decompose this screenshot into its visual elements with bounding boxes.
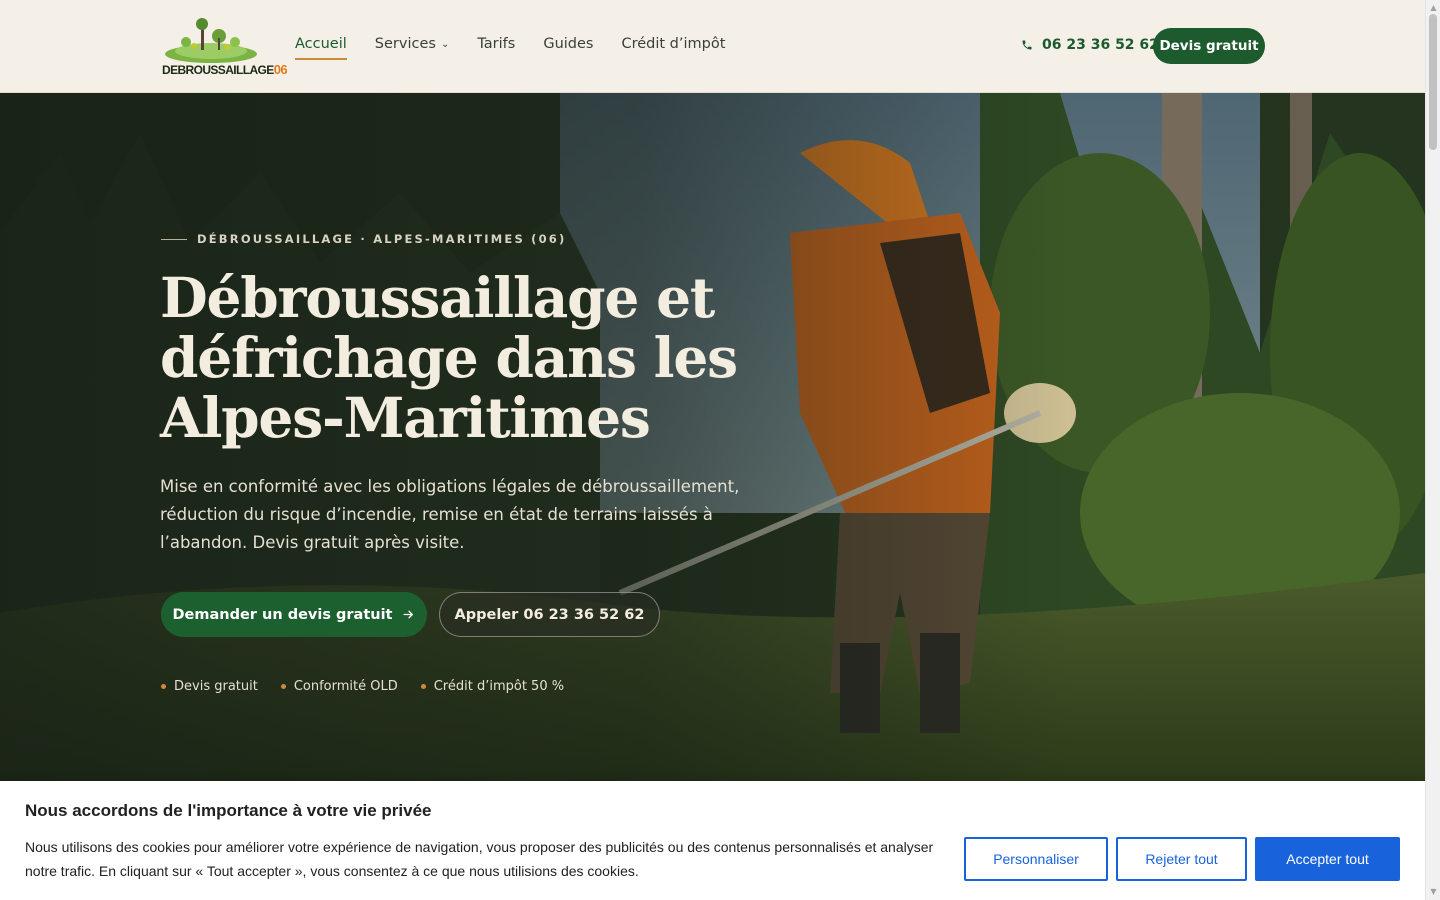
eyebrow-divider: [161, 238, 187, 240]
page-scrollbar[interactable]: ▲ ▼: [1425, 0, 1440, 900]
nav-guides[interactable]: Guides: [543, 36, 593, 60]
badge-credit-label: Crédit d’impôt 50 %: [433, 679, 565, 694]
hero-eyebrow: DÉBROUSSAILLAGE · ALPES-MARITIMES (06): [161, 232, 566, 246]
nav-services-label: Services: [374, 36, 436, 52]
bullet-dot-icon: [161, 684, 166, 689]
cookie-reject-button[interactable]: Rejeter tout: [1116, 837, 1247, 881]
cookie-customize-button[interactable]: Personnaliser: [964, 837, 1108, 881]
cookie-title: Nous accordons de l'importance à votre v…: [25, 801, 432, 820]
nav-guides-label: Guides: [543, 36, 594, 52]
request-quote-label: Demander un devis gratuit: [172, 606, 393, 623]
logo-tree-icon: [165, 18, 257, 63]
cookie-text: Nous utilisons des cookies pour améliore…: [25, 839, 934, 879]
scrollbar-thumb[interactable]: [1429, 14, 1437, 150]
hero-subtitle: Mise en conformité avec les obligations …: [160, 477, 740, 552]
badge-devis: Devis gratuit: [161, 679, 258, 694]
hero-title: Débroussaillage et défrichage dans les A…: [160, 265, 738, 450]
badge-devis-label: Devis gratuit: [174, 679, 258, 694]
nav-tarifs[interactable]: Tarifs: [477, 36, 515, 60]
badge-conformite-label: Conformité OLD: [293, 679, 398, 694]
header-devis-button[interactable]: Devis gratuit: [1153, 28, 1265, 64]
hero-eyebrow-text: DÉBROUSSAILLAGE · ALPES-MARITIMES (06): [197, 232, 567, 246]
hero-section: DÉBROUSSAILLAGE · ALPES-MARITIMES (06) D…: [0, 93, 1425, 793]
nav-accueil[interactable]: Accueil: [295, 36, 347, 60]
nav-credit-impot[interactable]: Crédit d’impôt: [621, 36, 725, 60]
bullet-dot-icon: [280, 684, 286, 689]
chevron-down-icon: ⌄: [440, 38, 450, 50]
call-button[interactable]: Appeler 06 23 36 52 62: [439, 592, 660, 637]
header-phone-number: 06 23 36 52 62: [1042, 37, 1159, 53]
hero-badges: Devis gratuit Conformité OLD Crédit d’im…: [161, 679, 564, 694]
phone-icon: [1022, 40, 1032, 50]
header-phone-link[interactable]: 06 23 36 52 62: [1021, 37, 1159, 53]
request-quote-button[interactable]: Demander un devis gratuit: [161, 592, 427, 637]
nav-credit-impot-label: Crédit d’impôt: [621, 36, 726, 52]
site-header: DEBROUSSAILLAGE06 Accueil Services ⌄ Tari…: [0, 0, 1425, 93]
badge-credit: Crédit d’impôt 50 %: [420, 679, 565, 694]
nav-accueil-label: Accueil: [295, 36, 347, 52]
nav-services[interactable]: Services ⌄: [375, 36, 450, 60]
arrow-right-icon: [404, 610, 414, 619]
badge-conformite: Conformité OLD: [280, 679, 398, 694]
cookie-banner: Nous accordons de l'importance à votre v…: [0, 781, 1425, 900]
main-nav: Accueil Services ⌄ Tarifs Guides Crédit d…: [295, 36, 725, 60]
scroll-up-arrow-icon[interactable]: ▲: [1426, 0, 1440, 14]
bullet-dot-icon: [420, 684, 426, 689]
logo-number: 06: [273, 62, 288, 77]
site-logo[interactable]: DEBROUSSAILLAGE06: [161, 14, 288, 78]
nav-tarifs-label: Tarifs: [477, 36, 516, 52]
scroll-down-arrow-icon[interactable]: ▼: [1426, 884, 1440, 898]
logo-wordmark: DEBROUSSAILLAGE: [162, 63, 274, 77]
cookie-accept-button[interactable]: Accepter tout: [1255, 837, 1400, 881]
